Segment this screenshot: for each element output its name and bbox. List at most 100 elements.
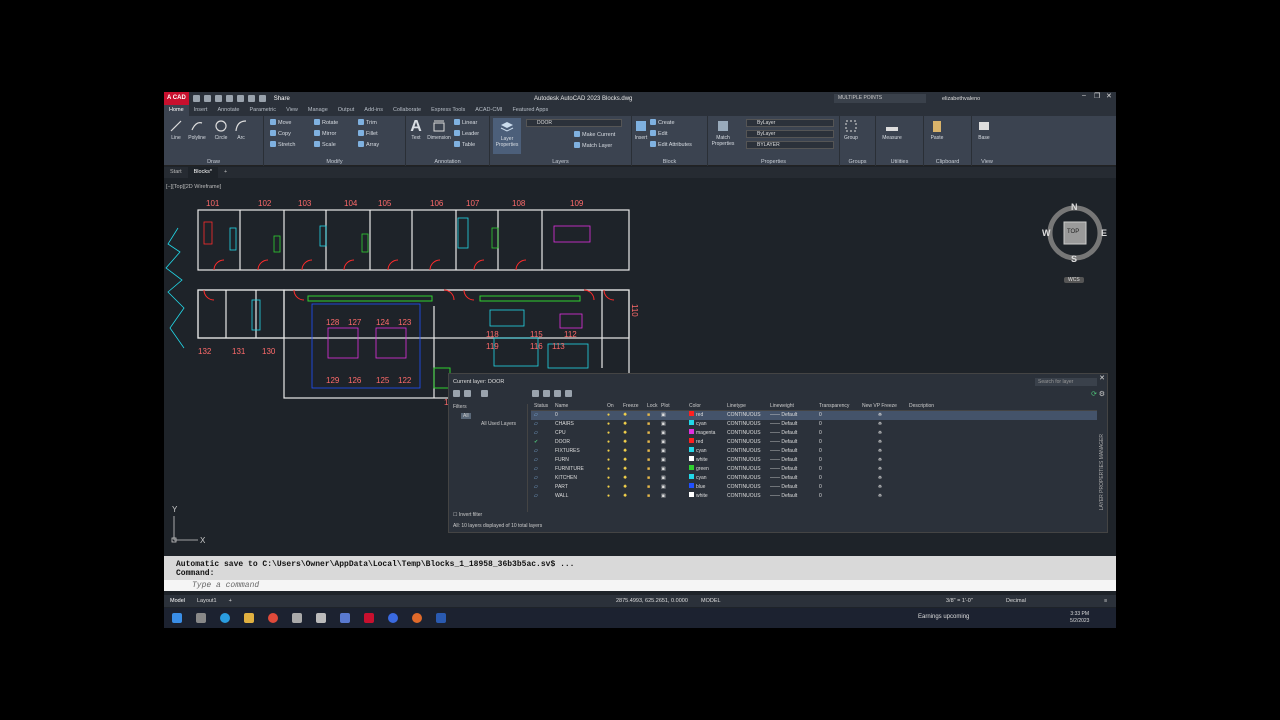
start-tab[interactable]: Start [164, 167, 188, 178]
vp-freeze-icon[interactable]: ⛯ [862, 447, 909, 456]
status-icon[interactable]: ▱ [531, 420, 555, 429]
layer-linetype[interactable]: CONTINUOUS [727, 411, 770, 420]
model-space-button[interactable]: MODEL [701, 598, 721, 604]
coordinates-readout[interactable]: 2875.4993, 625.2651, 0.0000 [616, 598, 688, 604]
lightbulb-icon[interactable]: ● [607, 438, 623, 447]
close-icon[interactable]: ✕ [1106, 92, 1112, 100]
status-icon[interactable]: ▱ [531, 456, 555, 465]
viewcube[interactable]: N S E W TOP [1042, 202, 1107, 264]
palette-side-title[interactable]: LAYER PROPERTIES MANAGER [1099, 434, 1105, 510]
linetype-dropdown[interactable]: ByLayer [746, 130, 834, 138]
layer-lineweight[interactable]: —— Default [770, 429, 819, 438]
layer-color[interactable]: magenta [689, 429, 727, 438]
layer-transparency[interactable]: 0 [819, 411, 862, 420]
layer-transparency[interactable]: 0 [819, 429, 862, 438]
layer-linetype[interactable]: CONTINUOUS [727, 465, 770, 474]
circle-button[interactable]: Circle [212, 119, 230, 141]
unlock-icon[interactable]: ■ [647, 483, 661, 492]
layer-lineweight[interactable]: —— Default [770, 411, 819, 420]
color-dropdown[interactable]: ByLayer [746, 119, 834, 127]
sun-icon[interactable]: ✹ [623, 420, 647, 429]
layer-color[interactable]: cyan [689, 474, 727, 483]
layer-description[interactable] [909, 492, 949, 501]
sun-icon[interactable]: ✹ [623, 447, 647, 456]
layer-color[interactable]: green [689, 465, 727, 474]
arc-button[interactable]: Arc [234, 119, 248, 141]
layer-description[interactable] [909, 438, 949, 447]
tab-insert[interactable]: Insert [189, 105, 213, 116]
plot-icon[interactable] [236, 95, 244, 102]
create-block-button[interactable]: Create [650, 119, 675, 126]
polyline-button[interactable]: Polyline [186, 119, 208, 141]
printer-icon[interactable]: ▣ [661, 474, 689, 483]
undo-icon[interactable] [247, 95, 255, 102]
layer-lineweight[interactable]: —— Default [770, 438, 819, 447]
layer-states-icon[interactable] [481, 390, 488, 397]
autocad-logo[interactable]: A CAD [164, 92, 189, 105]
tab-parametric[interactable]: Parametric [244, 105, 281, 116]
layer-color[interactable]: white [689, 456, 727, 465]
sun-icon[interactable]: ✹ [623, 492, 647, 501]
layer-row[interactable]: ✔ DOOR ● ✹ ■ ▣ red CONTINUOUS —— Default 0 ⛯ [531, 438, 1097, 447]
layer-transparency[interactable]: 0 [819, 447, 862, 456]
sun-icon[interactable]: ✹ [623, 438, 647, 447]
status-icon[interactable]: ▱ [531, 411, 555, 420]
column-header[interactable]: Freeze [623, 402, 647, 410]
layer-description[interactable] [909, 429, 949, 438]
layer-transparency[interactable]: 0 [819, 420, 862, 429]
sun-icon[interactable]: ✹ [623, 465, 647, 474]
lightbulb-icon[interactable]: ● [607, 447, 623, 456]
vp-freeze-icon[interactable]: ⛯ [862, 429, 909, 438]
status-icon[interactable]: ▱ [531, 429, 555, 438]
model-tab[interactable]: Model [164, 598, 191, 604]
new-tab-button[interactable]: + [218, 167, 233, 178]
app-icon[interactable] [388, 613, 398, 623]
share-button[interactable]: Share [274, 96, 290, 102]
tab-acad-cmi[interactable]: ACAD-CMI [470, 105, 507, 116]
annotation-scale[interactable]: 3/8" = 1'-0" [946, 598, 973, 604]
tab-view[interactable]: View [281, 105, 303, 116]
tab-express-tools[interactable]: Express Tools [426, 105, 470, 116]
layer-transparency[interactable]: 0 [819, 474, 862, 483]
start-icon[interactable] [172, 613, 182, 623]
add-layout-button[interactable]: + [223, 598, 238, 604]
layer-color[interactable]: red [689, 411, 727, 420]
close-icon[interactable]: ✕ [1099, 374, 1105, 382]
printer-icon[interactable]: ▣ [661, 429, 689, 438]
filter-all-used-layers[interactable]: All Used Layers [481, 421, 527, 427]
layer-name[interactable]: DOOR [555, 438, 607, 447]
layer-linetype[interactable]: CONTINUOUS [727, 474, 770, 483]
layer-row[interactable]: ▱ WALL ● ✹ ■ ▣ white CONTINUOUS —— Default 0 ⛯ [531, 492, 1097, 501]
column-header[interactable]: On [607, 402, 623, 410]
layer-description[interactable] [909, 420, 949, 429]
lightbulb-icon[interactable]: ● [607, 483, 623, 492]
dimension-button[interactable]: Dimension [426, 119, 452, 141]
layer-linetype[interactable]: CONTINUOUS [727, 420, 770, 429]
status-icon[interactable]: ▱ [531, 465, 555, 474]
layer-name[interactable]: 0 [555, 411, 607, 420]
file-explorer-icon[interactable] [244, 613, 254, 623]
set-current-icon[interactable] [565, 390, 572, 397]
rotate-button[interactable]: Rotate [314, 119, 338, 126]
tab-output[interactable]: Output [333, 105, 360, 116]
column-header[interactable]: Lock [647, 402, 661, 410]
column-header[interactable]: New VP Freeze [862, 402, 909, 410]
fillet-button[interactable]: Fillet [358, 130, 378, 137]
leader-button[interactable]: Leader [454, 130, 479, 137]
vp-freeze-icon[interactable]: ⛯ [862, 483, 909, 492]
printer-icon[interactable]: ▣ [661, 465, 689, 474]
chrome-icon[interactable] [268, 613, 278, 623]
sun-icon[interactable]: ✹ [623, 429, 647, 438]
snipping-tool-icon[interactable] [316, 613, 326, 623]
task-view-icon[interactable] [196, 613, 206, 623]
unlock-icon[interactable]: ■ [647, 438, 661, 447]
layer-color[interactable]: cyan [689, 420, 727, 429]
printer-icon[interactable]: ▣ [661, 420, 689, 429]
lightbulb-icon[interactable]: ● [607, 465, 623, 474]
save-icon[interactable] [214, 95, 222, 102]
system-clock[interactable]: 3:33 PM 5/2/2023 [1070, 611, 1089, 625]
compass-south[interactable]: S [1071, 254, 1077, 264]
vp-freeze-icon[interactable]: ⛯ [862, 438, 909, 447]
save-as-icon[interactable] [225, 95, 233, 102]
layer-description[interactable] [909, 483, 949, 492]
